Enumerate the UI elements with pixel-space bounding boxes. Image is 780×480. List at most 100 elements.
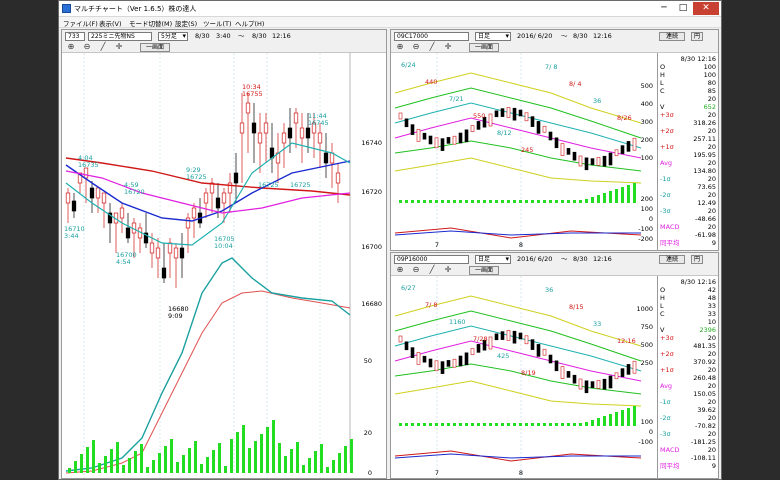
main-code-field[interactable]: 733	[65, 32, 85, 41]
magnifier-plus-icon[interactable]: ⊕	[395, 265, 405, 275]
top_chart-candle	[398, 112, 403, 120]
top-yen-button[interactable]: 円	[691, 32, 703, 41]
bottom-range-to: 8/30	[573, 255, 588, 263]
crosshair-icon[interactable]: ✛	[114, 42, 124, 52]
bottom_chart-date-tick: 8	[519, 469, 523, 477]
bottom_chart-annotation: 8/15	[569, 303, 584, 311]
main-volume-bar	[134, 451, 137, 473]
main-volume-bar	[230, 439, 233, 473]
top-link-button[interactable]: 連続	[659, 32, 685, 41]
bottom_chart-vol-tick: -100	[638, 438, 653, 446]
magnifier-minus-icon[interactable]: ⊖	[82, 42, 92, 52]
bottom_chart-volume-bar	[573, 423, 576, 426]
bottom-yen-button[interactable]: 円	[691, 255, 703, 264]
menu-file[interactable]: ファイル(F)	[63, 18, 98, 28]
bottom_chart-price-tick: 1000	[636, 305, 653, 313]
magnifier-minus-icon[interactable]: ⊖	[411, 42, 421, 52]
bottom_chart-volume-bar	[603, 416, 606, 426]
pen-icon[interactable]: ╱	[427, 265, 437, 275]
magnifier-minus-icon[interactable]: ⊖	[411, 265, 421, 275]
menu-settings[interactable]: 設定(S)	[175, 18, 197, 28]
menu-tools[interactable]: ツール(T)	[203, 18, 232, 28]
bottom_chart-volume-bar	[399, 423, 402, 426]
main-volume-bar	[170, 439, 173, 473]
bottom_chart-candle	[560, 366, 565, 379]
bottom_chart-volume-bar	[519, 423, 522, 426]
main-candle-body	[191, 207, 197, 219]
side-label: -2σ	[660, 191, 671, 199]
magnifier-plus-icon[interactable]: ⊕	[395, 42, 405, 52]
main-candle-body	[71, 200, 77, 212]
top_chart-annotation: 245	[521, 146, 533, 154]
top-interval-select[interactable]: 日足	[475, 32, 511, 41]
top_chart-candle	[524, 112, 529, 122]
maximize-button[interactable]: □	[674, 2, 692, 15]
crosshair-icon[interactable]: ✛	[443, 265, 453, 275]
side-value: 318.26	[693, 119, 716, 127]
pen-icon[interactable]: ╱	[427, 42, 437, 52]
bottom-code-field[interactable]: 09P16000	[394, 255, 469, 264]
close-button[interactable]: ✕	[693, 2, 719, 15]
main-volume-bar	[206, 457, 209, 473]
top_chart-volume-bar	[525, 200, 528, 203]
minimize-button[interactable]: ─	[655, 2, 673, 15]
bottom_chart-candle	[620, 368, 625, 377]
side-value: -108.11	[690, 454, 716, 462]
top_chart-annotation: 440	[425, 78, 437, 86]
bottom_chart-candle	[446, 360, 451, 367]
main-chart-canvas[interactable]: 1674016720167001668010:341675511:4416745…	[62, 53, 386, 478]
main-interval-select[interactable]: 5分足	[158, 32, 188, 41]
top_chart-candle	[422, 132, 427, 140]
top_chart-volume-bar	[447, 200, 450, 203]
side-value: 20	[707, 159, 716, 167]
crosshair-icon[interactable]: ✛	[443, 42, 453, 52]
bottom-interval-select[interactable]: 日足	[475, 255, 511, 264]
side-label: 同平均	[660, 462, 680, 470]
top_chart-candle	[410, 124, 415, 135]
bottom_chart-annotation: 8/19	[521, 369, 536, 377]
side-row: L 33	[660, 302, 716, 310]
bottom-one-screen-button[interactable]: 一画面	[469, 266, 499, 275]
side-label: -3σ	[660, 430, 671, 438]
top_chart-candle	[632, 137, 637, 151]
bottom_chart-candle	[398, 335, 403, 343]
bottom-link-button[interactable]: 連続	[659, 255, 685, 264]
pen-icon[interactable]: ╱	[98, 42, 108, 52]
bottom_chart-candle	[614, 372, 619, 380]
main-range-from: 8/30	[195, 32, 210, 40]
top-one-screen-button[interactable]: 一画面	[469, 43, 499, 52]
menu-help[interactable]: ヘルプ(H)	[235, 18, 264, 28]
main-volume-bar	[104, 456, 107, 473]
menu-mode[interactable]: モード切替(M)	[129, 18, 172, 28]
top_chart-volume-bar	[471, 200, 474, 203]
side-value: 20	[707, 143, 716, 151]
bottom_chart-volume-bar	[561, 423, 564, 426]
main-volume-bar	[344, 446, 347, 473]
side-label: O	[660, 286, 666, 294]
magnifier-plus-icon[interactable]: ⊕	[66, 42, 76, 52]
bottom_chart-candle	[578, 378, 583, 390]
main-osc-tick: 0	[368, 469, 372, 477]
main-volume-bar	[296, 442, 299, 473]
bottom_chart-candle	[440, 361, 445, 374]
bottom_chart-candle	[602, 378, 607, 390]
top-chart-canvas[interactable]: 500 400 300 200 100 6/24 440 7/21 550 8/12 245 7/ 8…	[391, 53, 657, 250]
bottom_chart-candle	[506, 330, 511, 341]
top-code-field[interactable]: 09C17000	[394, 32, 469, 41]
main-volume-bar	[182, 455, 185, 473]
main-one-screen-button[interactable]: 一画面	[140, 43, 170, 52]
side-row: 10	[660, 318, 716, 326]
main-name-field[interactable]: 225ミニ先物NS	[88, 32, 152, 41]
side-label: L	[660, 79, 664, 87]
top_chart-candle	[626, 141, 631, 152]
side-row: C 85	[660, 87, 716, 95]
bottom-chart-canvas[interactable]: 10007505002506/277/ 811607/284258/19368/…	[391, 276, 657, 478]
bottom_chart-volume-bar	[429, 423, 432, 426]
main-annotation: 9:09	[168, 312, 183, 320]
main-volume-bar	[278, 443, 281, 473]
top_chart-volume-bar	[441, 200, 444, 203]
main-volume-bar	[302, 465, 305, 473]
top_chart-volume-bar	[417, 200, 420, 203]
bottom_chart-candle	[590, 381, 595, 388]
menu-view[interactable]: 表示(V)	[99, 18, 122, 28]
